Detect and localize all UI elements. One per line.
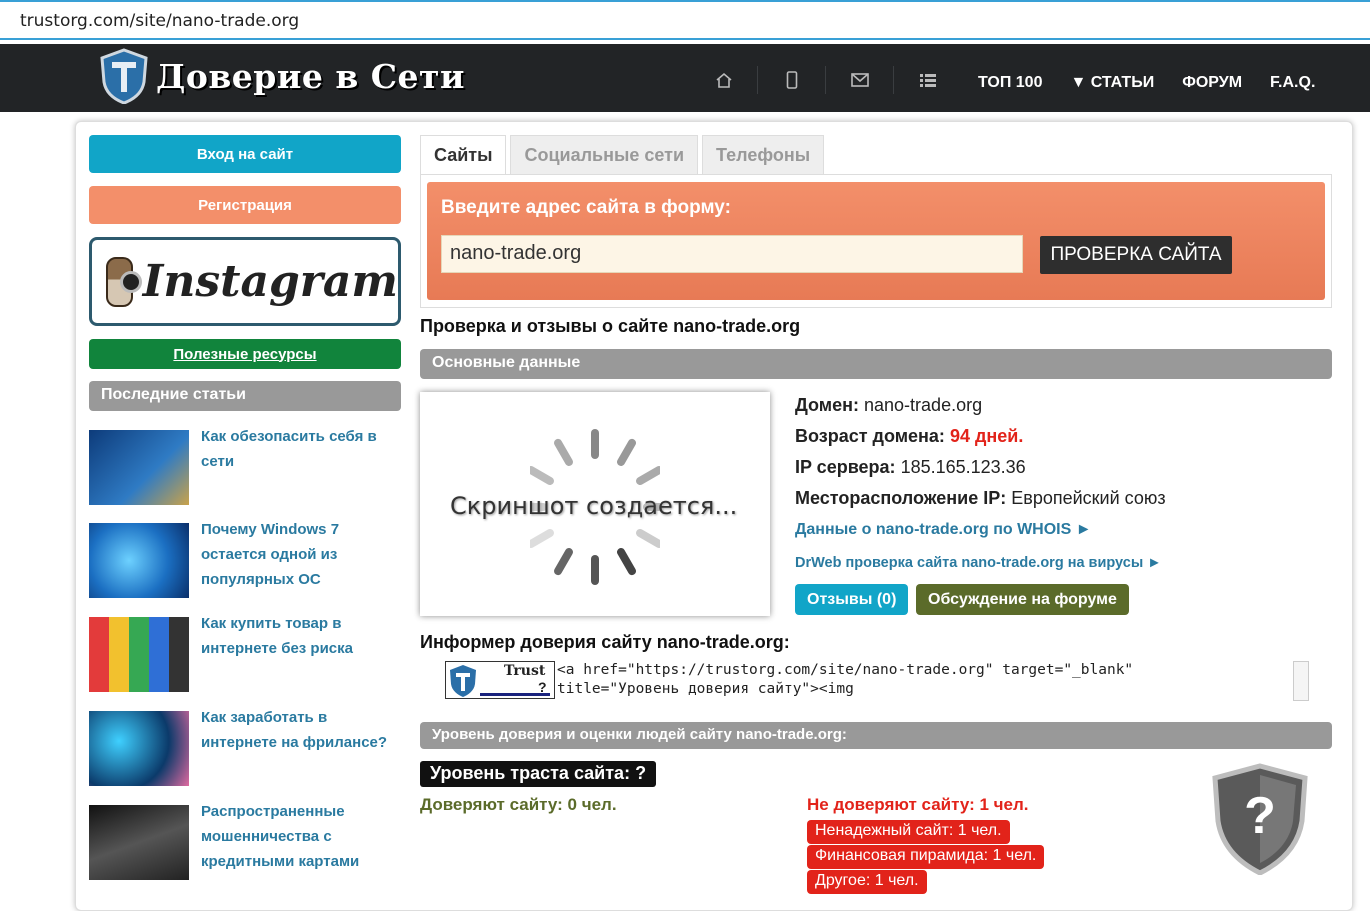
- article-thumbnail[interactable]: [89, 711, 189, 786]
- trust-badge: Trust ?: [445, 661, 555, 699]
- domain-age-value: 94 дней.: [949, 426, 1024, 446]
- reason-badge: Ненадежный сайт: 1 чел.: [807, 820, 1010, 844]
- register-button[interactable]: Регистрация: [89, 186, 401, 224]
- reason-badge: Другое: 1 чел.: [807, 870, 927, 894]
- instagram-camera-icon: [106, 256, 142, 307]
- site-check-form: Введите адрес сайта в форму: nano-trade.…: [420, 174, 1332, 308]
- logo-text: Доверие в Сети: [156, 56, 465, 96]
- server-ip-label: IP сервера:: [795, 457, 896, 477]
- article-thumbnail[interactable]: [89, 805, 189, 880]
- article-title[interactable]: Распространенные мошенничества с кредитн…: [201, 799, 401, 880]
- article-title[interactable]: Как купить товар в интернете без риска: [201, 611, 401, 692]
- domain-label: Домен:: [795, 395, 859, 415]
- login-button[interactable]: Вход на сайт: [89, 135, 401, 173]
- drweb-link[interactable]: DrWeb проверка сайта nano-trade.org на в…: [795, 555, 1162, 571]
- article-thumbnail[interactable]: [89, 523, 189, 598]
- search-tabs: Сайты Социальные сети Телефоны: [420, 135, 825, 175]
- article-thumbnail[interactable]: [89, 430, 189, 505]
- page-title: Проверка и отзывы о сайте nano-trade.org: [420, 316, 801, 336]
- basic-data-heading: Основные данные: [420, 349, 1332, 379]
- article-item[interactable]: Как заработать в интернете на фрилансе?: [89, 709, 401, 786]
- reason-badge: Финансовая пирамида: 1 чел.: [807, 845, 1045, 869]
- useful-resources-link[interactable]: Полезные ресурсы: [89, 339, 401, 369]
- badge-shield-icon: [450, 665, 476, 697]
- article-title[interactable]: Почему Windows 7 остается одной из попул…: [201, 517, 401, 598]
- domain-age-row: Возраст домена: 94 дней.: [795, 426, 1023, 447]
- nav-link-articles[interactable]: ▼ СТАТЬИ: [1070, 74, 1154, 92]
- url-text[interactable]: trustorg.com/site/nano-trade.org: [20, 11, 299, 31]
- nav-link-forum[interactable]: ФОРУМ: [1182, 74, 1242, 92]
- article-title[interactable]: Как заработать в интернете на фрилансе?: [201, 705, 401, 786]
- badge-trust-text: Trust: [504, 663, 546, 679]
- ip-location-value: Европейский союз: [1011, 488, 1166, 508]
- recent-articles-heading: Последние статьи: [89, 381, 401, 411]
- domain-row: Домен: nano-trade.org: [795, 395, 982, 416]
- tab-social[interactable]: Социальные сети: [510, 135, 699, 175]
- ip-location-row: Месторасположение IP: Европейский союз: [795, 488, 1166, 509]
- trust-count: Доверяют сайту: 0 чел.: [420, 795, 617, 814]
- nav-link-top100[interactable]: ТОП 100: [978, 74, 1042, 92]
- article-thumbnail[interactable]: [89, 617, 189, 692]
- instagram-banner[interactable]: Instagram: [89, 237, 401, 326]
- tab-sites[interactable]: Сайты: [420, 135, 507, 175]
- article-title[interactable]: Как обезопасить себя в сети: [201, 424, 401, 505]
- textarea-scrollbar[interactable]: [1293, 661, 1309, 701]
- mobile-icon[interactable]: [758, 66, 826, 94]
- tab-phones[interactable]: Телефоны: [702, 135, 825, 175]
- address-bar[interactable]: trustorg.com/site/nano-trade.org: [0, 0, 1370, 40]
- logo-shield-icon: [100, 48, 148, 104]
- list-icon[interactable]: [894, 66, 962, 94]
- distrust-count: Не доверяют сайту: 1 чел.: [807, 795, 1029, 814]
- nav-links: ТОП 100 ▼ СТАТЬИ ФОРУМ F.A.Q.: [978, 74, 1315, 92]
- reviews-button[interactable]: Отзывы (0): [795, 584, 909, 615]
- nav-icons: [690, 66, 962, 94]
- domain-age-label: Возраст домена:: [795, 426, 945, 446]
- informer-title: Информер доверия сайту nano-trade.org:: [420, 632, 790, 652]
- nav-link-faq[interactable]: F.A.Q.: [1270, 74, 1315, 92]
- article-item[interactable]: Как обезопасить себя в сети: [89, 428, 401, 505]
- ip-location-label: Месторасположение IP:: [795, 488, 1007, 508]
- trust-shield-icon: ?: [1212, 763, 1308, 875]
- article-item[interactable]: Почему Windows 7 остается одной из попул…: [89, 521, 401, 598]
- screenshot-placeholder: Скриншот создается...: [420, 392, 770, 616]
- forum-discussion-button[interactable]: Обсуждение на форуме: [916, 584, 1129, 615]
- mail-icon[interactable]: [826, 66, 894, 94]
- check-site-button[interactable]: ПРОВЕРКА САЙТА: [1040, 236, 1232, 274]
- whois-link[interactable]: Данные о nano-trade.org по WHOIS ►: [795, 521, 1092, 539]
- form-prompt: Введите адрес сайта в форму:: [441, 197, 731, 218]
- domain-value: nano-trade.org: [864, 395, 983, 415]
- instagram-label: Instagram: [142, 256, 398, 307]
- article-item[interactable]: Как купить товар в интернете без риска: [89, 615, 401, 692]
- informer-code-textarea[interactable]: <a href="https://trustorg.com/site/nano-…: [555, 661, 1133, 703]
- informer-block: Trust ? <a href="https://trustorg.com/si…: [445, 661, 1309, 703]
- trust-level-heading: Уровень доверия и оценки людей сайту nan…: [420, 722, 1332, 749]
- screenshot-status: Скриншот создается...: [450, 492, 738, 520]
- shield-question-mark: ?: [1244, 787, 1276, 845]
- article-item[interactable]: Распространенные мошенничества с кредитн…: [89, 803, 401, 880]
- server-ip-row: IP сервера: 185.165.123.36: [795, 457, 1026, 478]
- site-url-input[interactable]: nano-trade.org: [441, 235, 1023, 273]
- top-navbar: Доверие в Сети ТОП 100 ▼ СТАТЬИ ФОРУМ F.…: [0, 44, 1370, 112]
- trust-level-label: Уровень траста сайта: ?: [420, 761, 657, 787]
- site-logo[interactable]: Доверие в Сети: [98, 48, 465, 104]
- server-ip-value: 185.165.123.36: [900, 457, 1026, 477]
- home-icon[interactable]: [690, 66, 758, 94]
